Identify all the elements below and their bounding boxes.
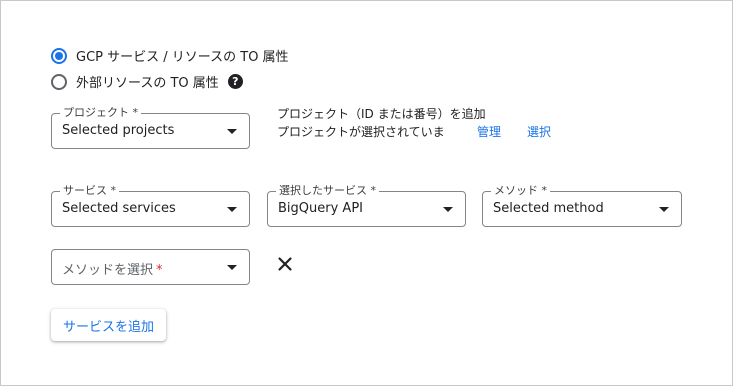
radio-button-unchecked[interactable]	[51, 73, 67, 90]
help-icon[interactable]: ?	[227, 74, 243, 89]
method-select[interactable]: メソッド * Selected method	[482, 184, 682, 227]
radio-external-resource-label: 外部リソースの TO 属性	[76, 76, 219, 91]
method-select-value: Selected method	[493, 201, 604, 216]
method-choose-placeholder: メソッドを選択 *	[62, 259, 163, 278]
selected-service-select-value: BigQuery API	[278, 201, 363, 216]
project-select-label: プロジェクト *	[60, 106, 141, 120]
chevron-down-icon	[227, 265, 237, 270]
manage-link[interactable]: 管理	[477, 123, 501, 140]
access-level-panel: GCP サービス / リソースの TO 属性 外部リソースの TO 属性 ? プ…	[0, 0, 733, 386]
project-select-value: Selected projects	[62, 123, 175, 138]
project-add-hint: プロジェクト（ID または番号）を追加	[277, 107, 486, 121]
service-select[interactable]: サービス * Selected services	[51, 184, 250, 227]
radio-gcp-resource[interactable]: GCP サービス / リソースの TO 属性	[51, 46, 289, 65]
radio-gcp-resource-label: GCP サービス / リソースの TO 属性	[76, 50, 289, 65]
selected-service-select-label: 選択したサービス *	[276, 184, 379, 198]
add-service-button[interactable]: サービスを追加	[51, 309, 166, 341]
method-choose-placeholder-text: メソッドを選択	[62, 263, 154, 278]
project-select[interactable]: プロジェクト * Selected projects	[51, 106, 250, 149]
chevron-down-icon	[659, 207, 669, 212]
chevron-down-icon	[227, 129, 237, 134]
required-mark: *	[156, 263, 163, 278]
selected-service-select[interactable]: 選択したサービス * BigQuery API	[267, 184, 466, 227]
method-choose-select[interactable]: メソッドを選択 *	[51, 249, 250, 285]
method-select-label: メソッド *	[491, 184, 550, 198]
service-select-label: サービス *	[60, 184, 119, 198]
chevron-down-icon	[443, 207, 453, 212]
radio-external-resource[interactable]: 外部リソースの TO 属性 ?	[51, 72, 243, 91]
chevron-down-icon	[227, 207, 237, 212]
radio-button-checked[interactable]	[51, 47, 67, 64]
service-select-value: Selected services	[62, 201, 176, 216]
close-icon[interactable]	[277, 256, 293, 272]
select-link[interactable]: 選択	[527, 123, 551, 140]
project-selected-status: プロジェクトが選択されていま	[277, 125, 445, 139]
